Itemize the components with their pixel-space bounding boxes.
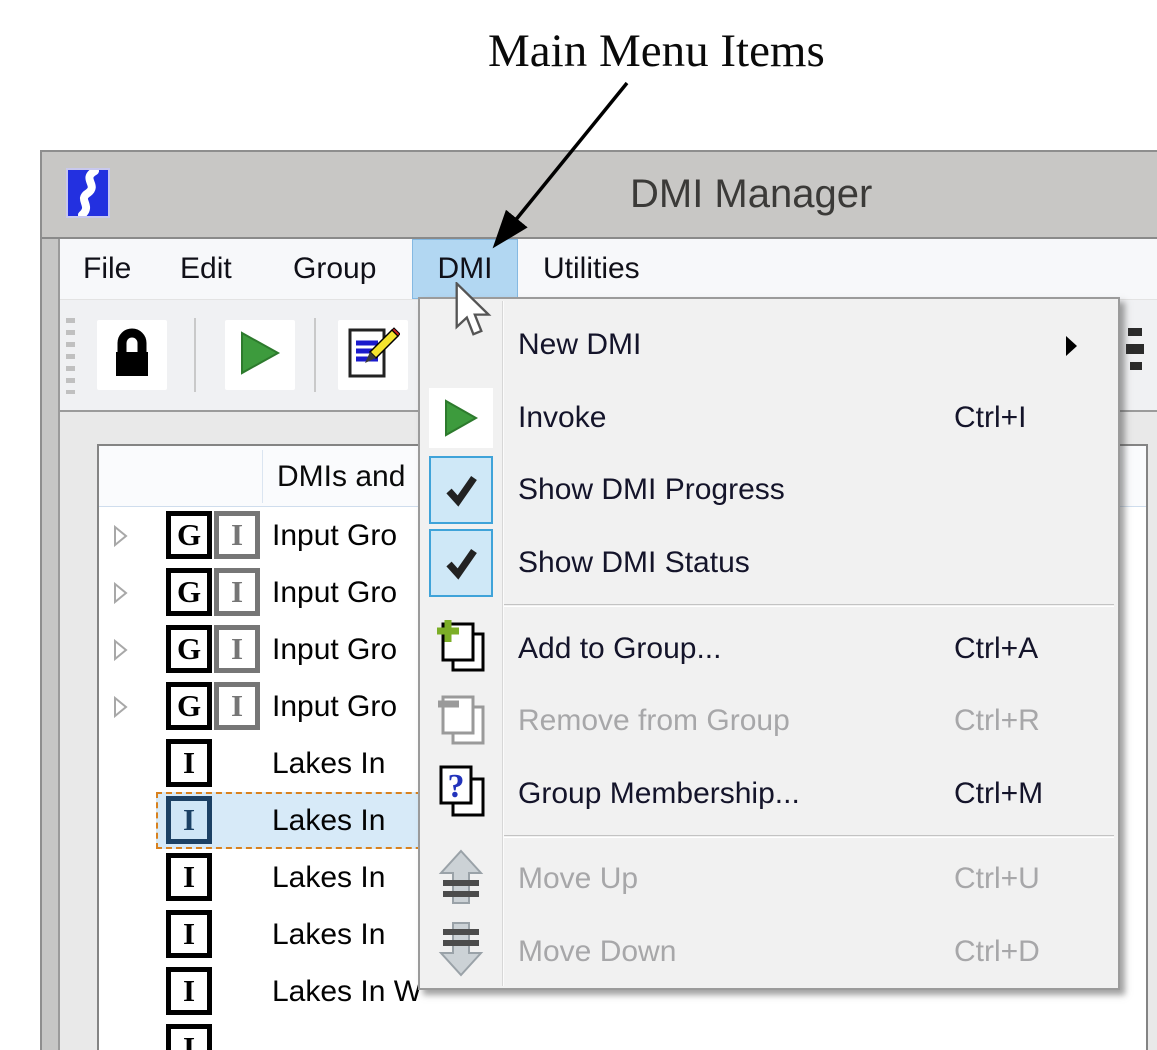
input-badge-icon: I — [166, 739, 212, 787]
submenu-arrow-icon — [1064, 335, 1078, 362]
menubar-item-utilities[interactable]: Utilities — [531, 239, 652, 299]
input-badge-icon: I — [166, 853, 212, 901]
toolbar-icon-fragment — [1128, 328, 1142, 336]
tree-row-label: Lakes In — [272, 906, 385, 963]
checkbox-checked-icon — [429, 456, 493, 524]
lock-button[interactable] — [97, 320, 167, 390]
menu-item-move-up[interactable]: Move Up Ctrl+U — [420, 843, 1118, 916]
menu-shortcut: Ctrl+U — [954, 862, 1118, 896]
invoke-play-icon — [238, 329, 282, 382]
group-badge-icon: G — [166, 682, 212, 730]
input-badge-icon: I — [166, 910, 212, 958]
menu-item-show-dmi-progress[interactable]: Show DMI Progress — [420, 454, 1118, 527]
dmi-menu: New DMI Invoke Ctrl+I Show DMI Progress — [418, 297, 1120, 990]
checkbox-checked-icon — [429, 529, 493, 597]
tree-row-label: Input Gro — [272, 564, 397, 621]
tree-row-label: Input Gro — [272, 507, 397, 564]
remove-from-group-icon — [433, 691, 489, 752]
svg-text:?: ? — [448, 768, 465, 805]
menu-item-add-to-group[interactable]: Add to Group... Ctrl+A — [420, 612, 1118, 685]
group-badge-icon: G — [166, 625, 212, 673]
menu-shortcut: Ctrl+R — [954, 704, 1118, 738]
edit-dmi-button[interactable] — [338, 320, 408, 390]
menubar-item-edit[interactable]: Edit — [168, 239, 244, 299]
menu-item-show-dmi-status[interactable]: Show DMI Status — [420, 527, 1118, 600]
move-down-icon — [437, 921, 485, 982]
tree-row-label: Input Gro — [272, 621, 397, 678]
invoke-play-icon — [429, 388, 493, 448]
menu-shortcut: Ctrl+A — [954, 632, 1118, 666]
tree-row-label: Lakes In — [272, 849, 385, 906]
menu-item-remove-from-group[interactable]: Remove from Group Ctrl+R — [420, 685, 1118, 758]
invoke-button[interactable] — [225, 320, 295, 390]
lock-icon — [109, 326, 155, 385]
menu-item-new-dmi[interactable]: New DMI — [420, 309, 1118, 382]
menubar-item-group[interactable]: Group — [281, 239, 388, 299]
group-badge-icon: G — [166, 568, 212, 616]
toolbar-drag-handle[interactable] — [66, 318, 75, 394]
menu-shortcut: Ctrl+I — [954, 401, 1118, 435]
menu-bar: File Edit Group DMI Utilities — [60, 239, 1157, 299]
tree-header-label: DMIs and — [277, 446, 405, 507]
menu-item-invoke[interactable]: Invoke Ctrl+I — [420, 382, 1118, 455]
toolbar-icon-fragment — [1130, 362, 1142, 370]
menu-item-group-membership[interactable]: ? Group Membership... Ctrl+M — [420, 757, 1118, 830]
add-to-group-icon — [433, 618, 489, 679]
tree-row-label: Input Gro — [272, 678, 397, 735]
input-badge-icon: I — [166, 967, 212, 1015]
tree-row-label: Lakes In — [272, 735, 385, 792]
toolbar-icon-fragment — [1126, 344, 1144, 354]
menu-separator — [504, 835, 1114, 838]
expand-triangle-icon[interactable] — [112, 696, 128, 723]
input-badge-icon: I — [214, 625, 260, 673]
group-badge-icon: G — [166, 511, 212, 559]
toolbar-separator — [194, 318, 196, 392]
toolbar-separator — [314, 318, 316, 392]
menu-item-move-down[interactable]: Move Down Ctrl+D — [420, 916, 1118, 989]
group-membership-icon: ? — [433, 763, 489, 824]
input-badge-icon: I — [214, 568, 260, 616]
input-badge-icon: I — [166, 1024, 212, 1050]
input-badge-icon: I — [214, 511, 260, 559]
tree-row[interactable]: I — [99, 1020, 1146, 1050]
annotation-label: Main Menu Items — [488, 24, 825, 78]
screenshot-root: Main Menu Items DMI Manager File Edit Gr… — [0, 0, 1157, 1050]
menu-shortcut: Ctrl+M — [954, 777, 1118, 811]
titlebar: DMI Manager — [42, 152, 1157, 239]
riverware-logo-icon — [66, 168, 110, 218]
tree-row-label: Lakes In W — [272, 963, 422, 1020]
menubar-item-file[interactable]: File — [71, 239, 143, 299]
menu-separator — [504, 604, 1114, 607]
tree-column-divider — [262, 450, 263, 503]
expand-triangle-icon[interactable] — [112, 525, 128, 552]
move-up-icon — [437, 849, 485, 910]
input-badge-icon: I — [166, 796, 212, 844]
input-badge-icon: I — [214, 682, 260, 730]
expand-triangle-icon[interactable] — [112, 639, 128, 666]
window-title: DMI Manager — [630, 152, 872, 237]
tree-row-label: Lakes In — [272, 792, 385, 849]
expand-triangle-icon[interactable] — [112, 582, 128, 609]
edit-dmi-icon — [346, 326, 400, 385]
menu-shortcut: Ctrl+D — [954, 935, 1118, 969]
menubar-item-dmi[interactable]: DMI — [412, 239, 518, 299]
